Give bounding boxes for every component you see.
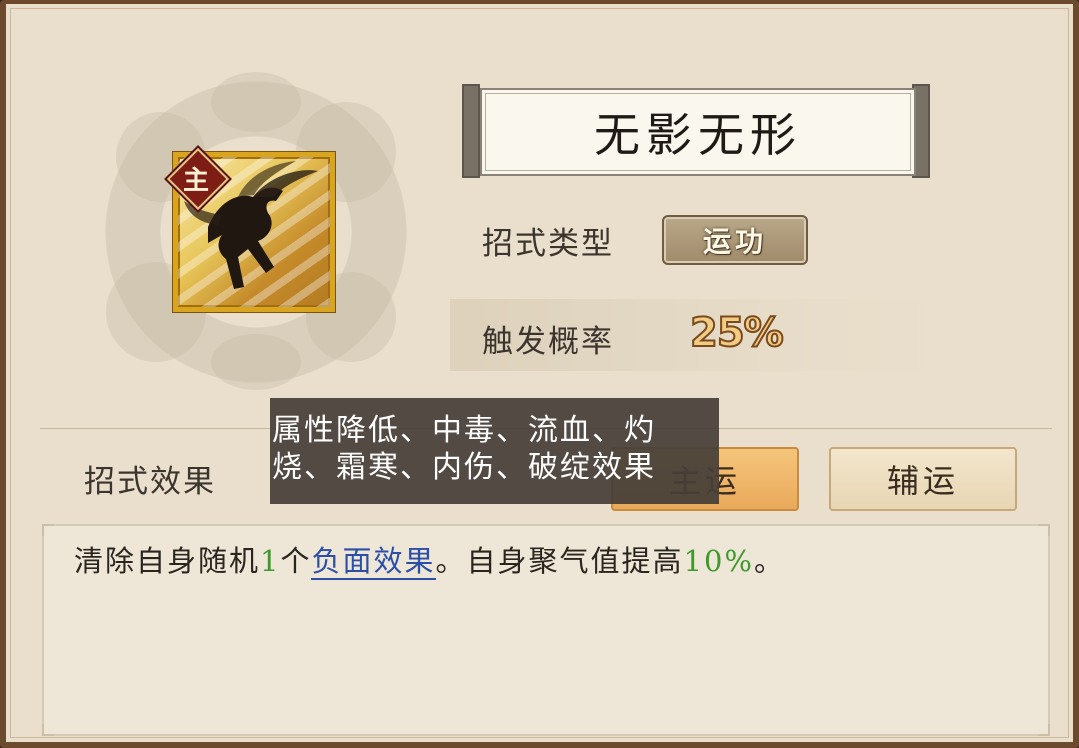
effect-count: 1 bbox=[260, 544, 281, 578]
rate-label: 触发概率 bbox=[482, 324, 614, 360]
effect-after-link: 。自身聚气值提高 bbox=[435, 544, 684, 578]
badge-label: 主 bbox=[182, 166, 209, 196]
main-badge-icon: 主 bbox=[166, 147, 230, 211]
negative-effect-tooltip: 属性降低、中毒、流血、灼烧、霜寒、内伤、破绽效果 bbox=[270, 398, 719, 504]
rate-value: 25% bbox=[689, 309, 785, 357]
effect-description: 清除自身随机1个负面效果。自身聚气值提高10%。 bbox=[74, 538, 785, 580]
effect-mid: 个 bbox=[280, 544, 312, 578]
effect-percent: 10% bbox=[683, 544, 754, 578]
effect-suffix: 。 bbox=[753, 544, 785, 578]
effect-label: 招式效果 bbox=[84, 464, 216, 500]
skill-detail-panel: 主 无影无形 招式类型 运功 触发概率 25% 招式效果 主运 辅运 清除自身随… bbox=[0, 0, 1079, 748]
type-tag: 运功 bbox=[662, 215, 808, 265]
effect-prefix: 清除自身随机 bbox=[74, 544, 261, 578]
title-bracket-left bbox=[462, 84, 480, 178]
tab-aux-mode[interactable]: 辅运 bbox=[829, 447, 1017, 511]
negative-effect-link[interactable]: 负面效果 bbox=[311, 544, 436, 580]
skill-title-plate: 无影无形 bbox=[480, 88, 916, 176]
skill-name: 无影无形 bbox=[594, 108, 802, 162]
type-label: 招式类型 bbox=[482, 226, 614, 262]
